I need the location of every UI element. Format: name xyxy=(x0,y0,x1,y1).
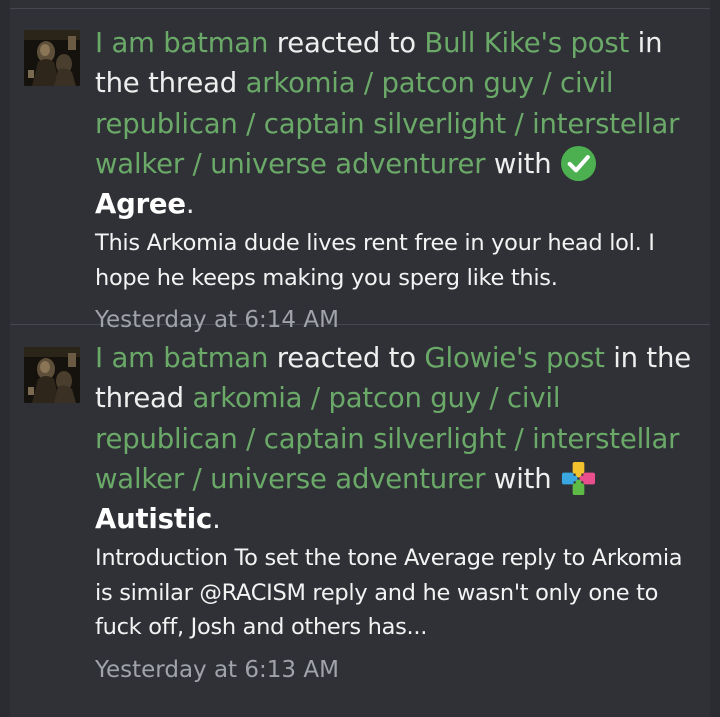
post-link[interactable]: Glowie's post xyxy=(424,342,604,374)
post-snippet: This Arkomia dude lives rent free in you… xyxy=(95,230,655,291)
alerts-feed: I am batman reacted to Bull Kike's post … xyxy=(0,0,720,717)
alert-headline: I am batman reacted to Glowie's post in … xyxy=(95,338,696,539)
alert-item[interactable]: I am batman reacted to Bull Kike's post … xyxy=(10,9,710,333)
autistic-puzzle-icon xyxy=(561,461,596,495)
avatar-image xyxy=(24,347,80,403)
post-snippet: Introduction To set the tone Average rep… xyxy=(95,545,683,641)
reaction-name: Autistic xyxy=(95,503,213,536)
avatar[interactable] xyxy=(24,347,80,403)
user-link[interactable]: I am batman xyxy=(95,27,268,59)
with-text: with xyxy=(493,462,552,495)
post-link[interactable]: Bull Kike's post xyxy=(424,27,629,59)
reacted-to-text: reacted to xyxy=(276,342,416,374)
period: . xyxy=(212,503,221,536)
agree-check-icon xyxy=(560,145,597,181)
period: . xyxy=(185,188,195,221)
avatar[interactable] xyxy=(24,30,80,86)
alert-headline: I am batman reacted to Bull Kike's post … xyxy=(95,23,696,224)
avatar-image xyxy=(24,30,80,86)
user-link[interactable]: I am batman xyxy=(95,342,268,374)
reacted-to-text: reacted to xyxy=(276,27,416,59)
reaction-name: Agree xyxy=(95,188,186,221)
alert-item[interactable]: I am batman reacted to Glowie's post in … xyxy=(10,326,710,717)
alert-timestamp: Yesterday at 6:13 AM xyxy=(95,656,339,683)
with-text: with xyxy=(493,147,552,180)
